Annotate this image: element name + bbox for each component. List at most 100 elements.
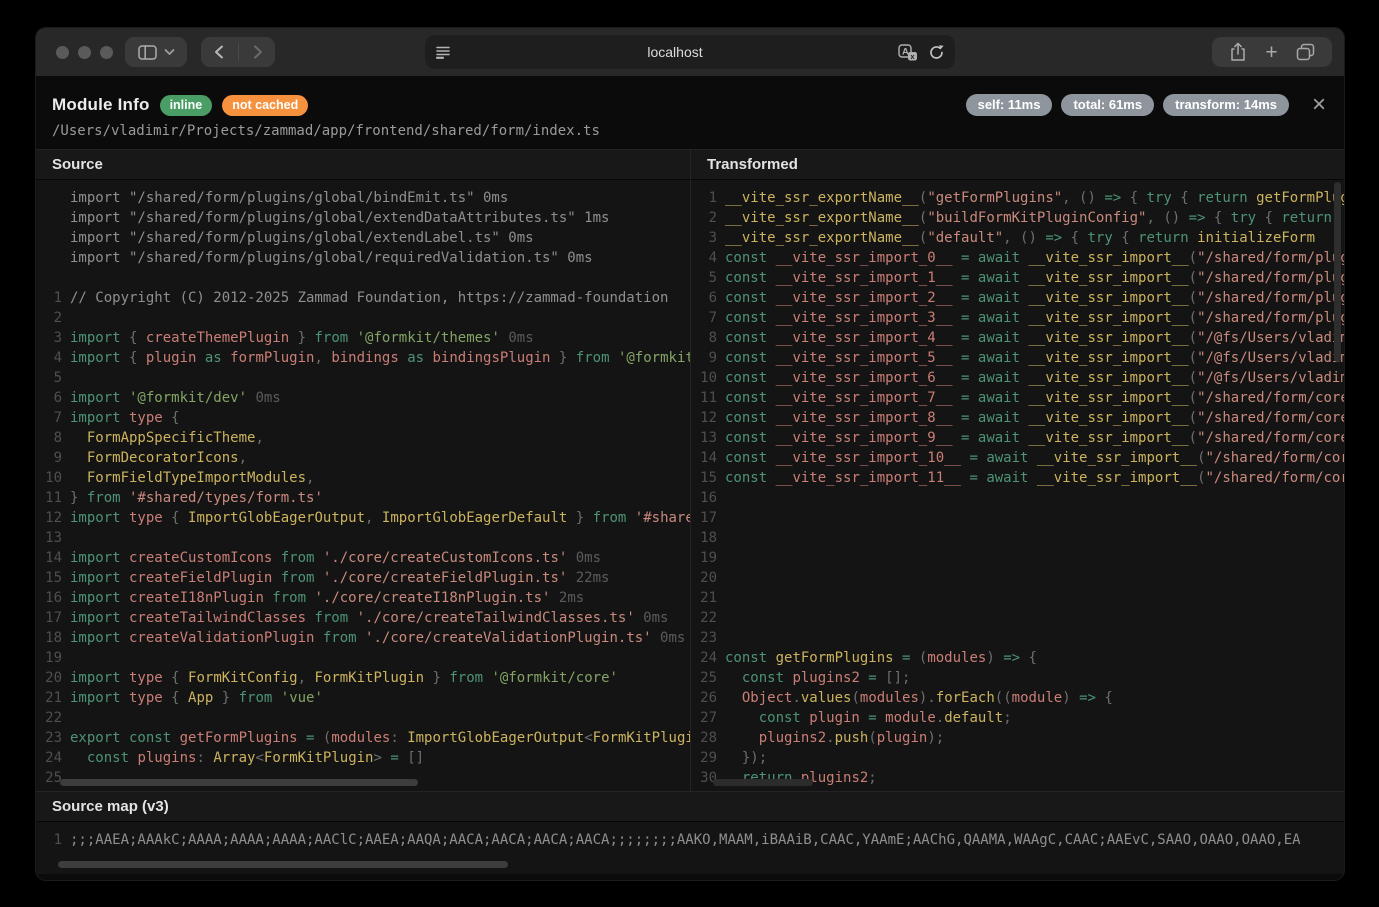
line-number: 19	[691, 548, 717, 568]
address-bar[interactable]: localhost A x	[425, 35, 955, 69]
reload-icon	[928, 44, 945, 61]
transformed-code-area[interactable]: 1__vite_ssr_exportName__("getFormPlugins…	[691, 180, 1344, 791]
page-title: Module Info	[52, 95, 150, 115]
code-line: 12import type { ImportGlobEagerOutput, I…	[36, 508, 690, 528]
window-zoom-button[interactable]	[100, 46, 113, 59]
line-number: 25	[691, 668, 717, 688]
line-number: 2	[36, 308, 62, 328]
tab-overview-button[interactable]	[1296, 43, 1315, 61]
source-map-horizontal-scrollbar[interactable]	[58, 861, 508, 868]
code-line: 15const __vite_ssr_import_11__ = await _…	[691, 468, 1344, 488]
toolbar-actions-group: +	[1212, 37, 1332, 67]
line-number	[36, 208, 62, 228]
chevron-down-icon	[164, 48, 175, 56]
line-number: 4	[691, 248, 717, 268]
code-line: 8const __vite_ssr_import_4__ = await __v…	[691, 328, 1344, 348]
source-map-section: Source map (v3) 1;;;AAEA;AAAkC;AAAA;AAAA…	[36, 791, 1344, 874]
timing-transform: transform: 14ms	[1163, 94, 1289, 116]
chevron-right-icon	[248, 43, 266, 61]
line-number: 23	[36, 728, 62, 748]
code-line: 16	[691, 488, 1344, 508]
source-code-area[interactable]: import "/shared/form/plugins/global/bind…	[36, 180, 690, 791]
chevron-left-icon	[211, 43, 229, 61]
translate-icon: A x	[898, 44, 918, 61]
line-content: Object.values(modules).forEach((module) …	[725, 688, 1113, 708]
source-horizontal-scrollbar[interactable]	[60, 779, 418, 786]
line-content: const getFormPlugins = (modules) => {	[725, 648, 1037, 668]
line-number: 11	[36, 488, 62, 508]
code-line: 17import createTailwindClasses from './c…	[36, 608, 690, 628]
window-minimize-button[interactable]	[78, 46, 91, 59]
address-text[interactable]: localhost	[452, 44, 898, 60]
code-line: 5	[36, 368, 690, 388]
code-line: 3__vite_ssr_exportName__("default", () =…	[691, 228, 1344, 248]
code-line: import "/shared/form/plugins/global/bind…	[36, 188, 690, 208]
reader-button[interactable]	[435, 45, 452, 60]
code-line: 13const __vite_ssr_import_9__ = await __…	[691, 428, 1344, 448]
module-info-header: Module Info inline not cached self: 11ms…	[36, 76, 1344, 149]
line-number: 22	[36, 708, 62, 728]
svg-text:A: A	[902, 46, 909, 57]
line-content: const __vite_ssr_import_1__ = await __vi…	[725, 268, 1344, 288]
transformed-horizontal-scrollbar[interactable]	[713, 779, 813, 786]
close-button[interactable]: ×	[1312, 96, 1326, 114]
code-line: 4const __vite_ssr_import_0__ = await __v…	[691, 248, 1344, 268]
line-content: import type { ImportGlobEagerOutput, Imp…	[70, 508, 690, 528]
line-number: 8	[36, 428, 62, 448]
line-number: 6	[36, 388, 62, 408]
line-number	[36, 188, 62, 208]
back-button[interactable]	[202, 43, 238, 61]
browser-toolbar: localhost A x	[36, 28, 1344, 76]
source-map-code-area[interactable]: 1;;;AAEA;AAAkC;AAAA;AAAA;AAAA;AAClC;AAEA…	[36, 822, 1344, 850]
code-line: 19	[691, 548, 1344, 568]
code-line: 19	[36, 648, 690, 668]
sidebar-toggle-button[interactable]	[138, 45, 157, 60]
line-content: const __vite_ssr_import_4__ = await __vi…	[725, 328, 1344, 348]
share-button[interactable]	[1229, 42, 1247, 62]
line-number	[36, 248, 62, 268]
line-number: 21	[36, 688, 62, 708]
forward-button[interactable]	[239, 43, 275, 61]
line-number: 24	[691, 648, 717, 668]
line-number: 23	[691, 628, 717, 648]
line-content: export const getFormPlugins = (modules: …	[70, 728, 690, 748]
code-line: 4import { plugin as formPlugin, bindings…	[36, 348, 690, 368]
code-line: 2	[36, 308, 690, 328]
translate-button[interactable]: A x	[898, 44, 918, 61]
code-line: 20import type { FormKitConfig, FormKitPl…	[36, 668, 690, 688]
window-close-button[interactable]	[56, 46, 69, 59]
transformed-vertical-scrollbar[interactable]	[1334, 182, 1341, 362]
transformed-panel: Transformed 1__vite_ssr_exportName__("ge…	[690, 150, 1344, 791]
code-line: 5const __vite_ssr_import_1__ = await __v…	[691, 268, 1344, 288]
line-content: import type { FormKitConfig, FormKitPlug…	[70, 668, 618, 688]
code-line: 10const __vite_ssr_import_6__ = await __…	[691, 368, 1344, 388]
code-line: import "/shared/form/plugins/global/exte…	[36, 228, 690, 248]
line-number: 9	[36, 448, 62, 468]
code-line: 24 const getFormPlugins = (modules) => {	[691, 648, 1344, 668]
code-line: 8 FormAppSpecificTheme,	[36, 428, 690, 448]
line-content: const plugins2 = [];	[725, 668, 910, 688]
line-number: 11	[691, 388, 717, 408]
code-line: 18import createValidationPlugin from './…	[36, 628, 690, 648]
code-line	[36, 268, 690, 288]
code-line: 7import type {	[36, 408, 690, 428]
source-map-header: Source map (v3)	[36, 792, 1344, 822]
line-content: const plugins: Array<FormKitPlugin> = []	[70, 748, 424, 768]
badge-inline: inline	[160, 95, 213, 116]
source-panel: Source import "/shared/form/plugins/glob…	[36, 150, 690, 791]
sidebar-menu-chevron[interactable]	[164, 48, 175, 56]
timing-total: total: 61ms	[1061, 94, 1154, 116]
line-number: 17	[691, 508, 717, 528]
code-line: 27 const plugin = module.default;	[691, 708, 1344, 728]
line-content: import '@formkit/dev' 0ms	[70, 388, 281, 408]
line-content: });	[725, 748, 767, 768]
reload-button[interactable]	[928, 44, 945, 61]
line-content: FormFieldTypeImportModules,	[70, 468, 314, 488]
line-content: import createI18nPlugin from './core/cre…	[70, 588, 584, 608]
line-number: 13	[691, 428, 717, 448]
new-tab-button[interactable]: +	[1265, 42, 1277, 63]
line-number: 3	[36, 328, 62, 348]
line-content: const __vite_ssr_import_7__ = await __vi…	[725, 388, 1344, 408]
code-line: 11} from '#shared/types/form.ts'	[36, 488, 690, 508]
code-line: 9 FormDecoratorIcons,	[36, 448, 690, 468]
